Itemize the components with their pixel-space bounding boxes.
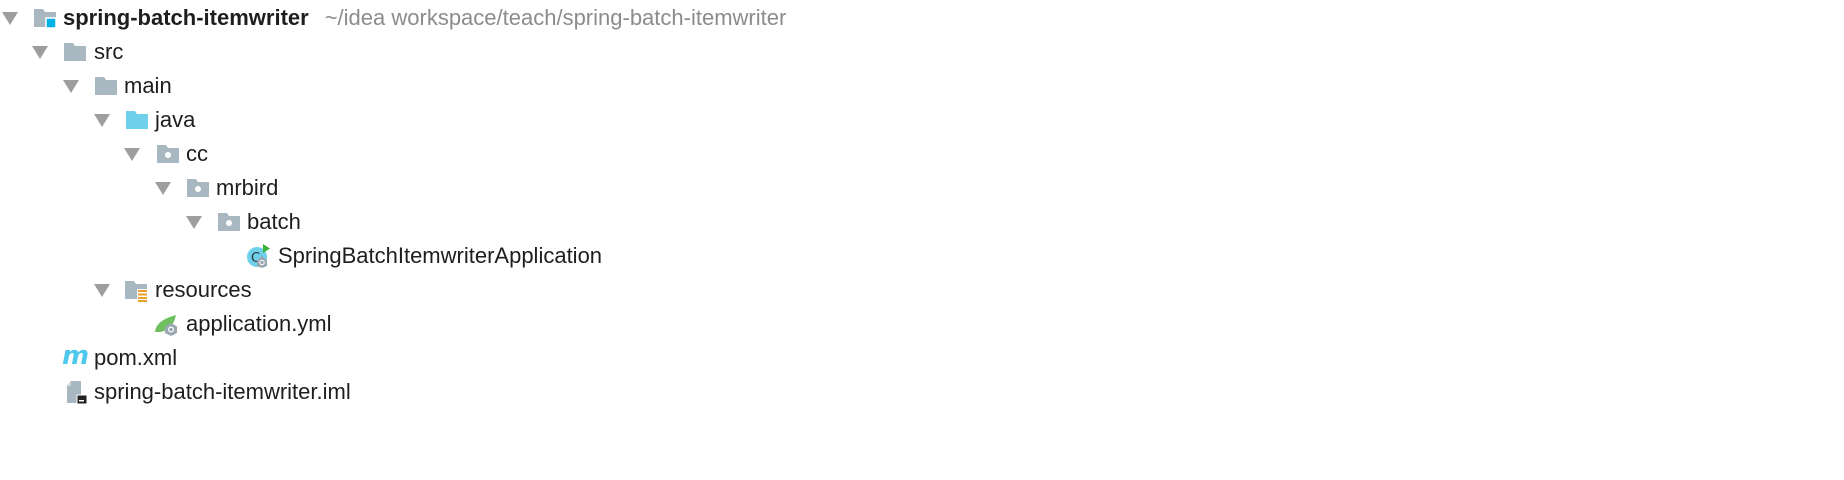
expand-arrow-icon[interactable]	[2, 12, 18, 25]
project-name: spring-batch-itemwriter ~/idea workspace/…	[63, 5, 786, 31]
tree-row-java[interactable]: java	[0, 103, 300, 137]
expand-arrow-icon[interactable]	[94, 114, 110, 127]
expand-arrow-icon[interactable]	[94, 284, 110, 297]
project-name-text: spring-batch-itemwriter	[63, 5, 309, 30]
resources-folder-icon	[125, 281, 147, 302]
file-label: spring-batch-itemwriter.iml	[94, 379, 351, 404]
package-icon	[156, 142, 180, 166]
module-file-icon	[67, 381, 88, 404]
project-path: ~/idea workspace/teach/spring-batch-item…	[324, 5, 787, 30]
folder-label: java	[155, 107, 196, 132]
source-folder-icon	[125, 108, 149, 132]
package-label: batch	[247, 209, 301, 234]
package-label: cc	[186, 141, 208, 166]
expand-arrow-icon[interactable]	[155, 182, 171, 195]
tree-row-project[interactable]: spring-batch-itemwriter ~/idea workspace/…	[0, 1, 900, 35]
package-label: mrbird	[216, 175, 279, 200]
folder-label: src	[94, 39, 124, 64]
tree-row-mrbird[interactable]: mrbird	[0, 171, 350, 205]
tree-row-src[interactable]: src	[0, 35, 300, 69]
tree-row-iml[interactable]: spring-batch-itemwriter.iml	[0, 375, 500, 409]
module-folder-icon	[34, 9, 57, 29]
tree-row-pom[interactable]: m pom.xml	[0, 341, 300, 375]
tree-row-resources[interactable]: resources	[0, 273, 350, 307]
file-label: pom.xml	[94, 345, 178, 370]
class-label: SpringBatchItemwriterApplication	[278, 243, 603, 268]
tree-row-main[interactable]: main	[0, 69, 300, 103]
expand-arrow-icon[interactable]	[63, 80, 79, 93]
maven-icon: m	[62, 341, 90, 371]
expand-arrow-icon[interactable]	[32, 46, 48, 59]
package-icon	[217, 210, 241, 234]
file-label: application.yml	[186, 311, 332, 336]
tree-row-batch[interactable]: batch	[0, 205, 350, 239]
folder-label: main	[124, 73, 172, 98]
expand-arrow-icon[interactable]	[124, 148, 140, 161]
expand-arrow-icon[interactable]	[186, 216, 202, 229]
tree-row-application-yml[interactable]: application.yml	[0, 307, 400, 341]
folder-icon	[94, 74, 118, 98]
tree-row-application-class[interactable]: C SpringBatchItemwriterApplication	[0, 239, 700, 273]
folder-icon	[63, 40, 87, 64]
spring-config-file-icon	[155, 315, 177, 336]
spring-boot-class-icon: C	[247, 244, 270, 268]
package-icon	[186, 176, 210, 200]
tree-row-cc[interactable]: cc	[0, 137, 300, 171]
folder-label: resources	[155, 277, 252, 302]
